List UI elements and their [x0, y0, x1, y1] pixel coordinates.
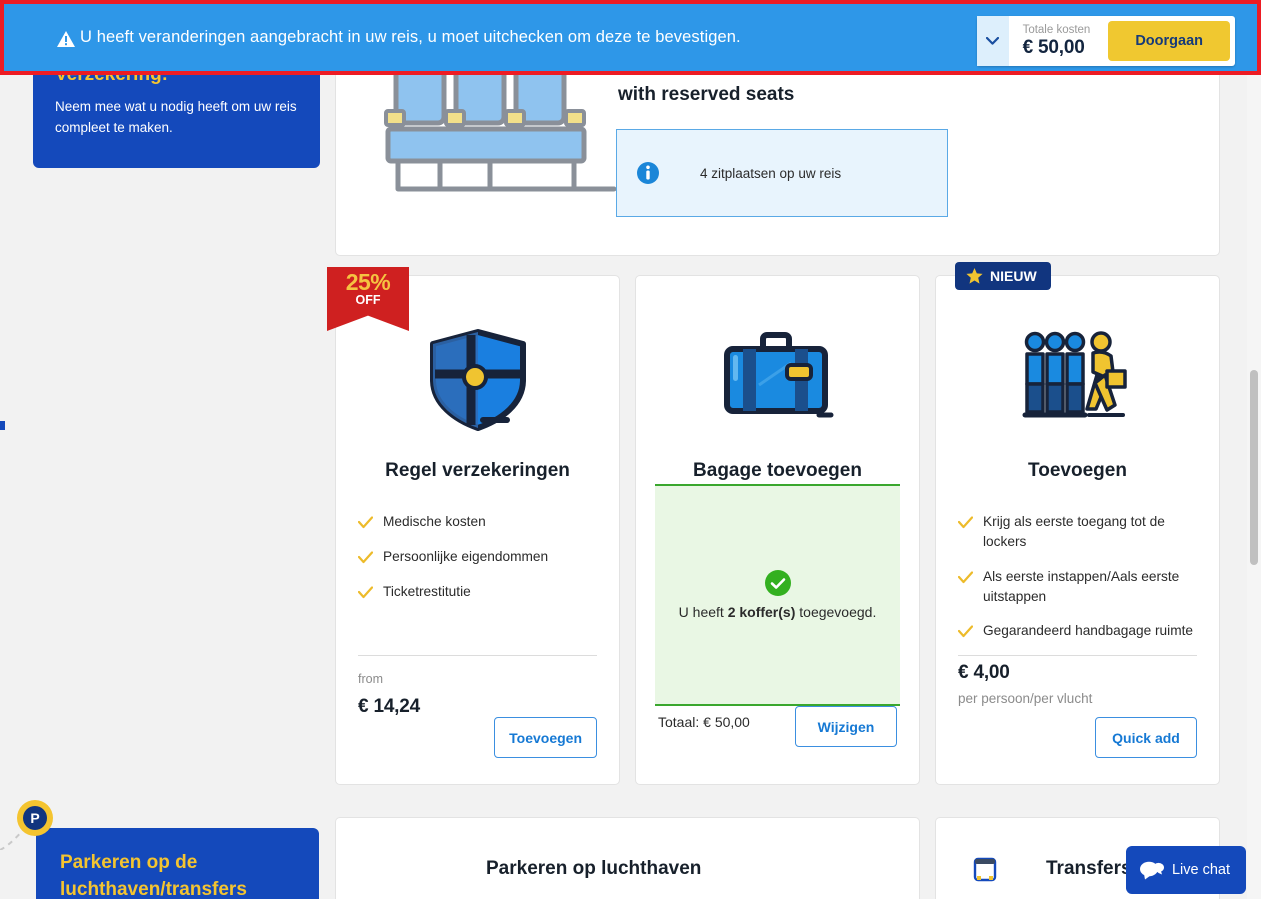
checkout-alert-banner: U heeft veranderingen aangebracht in uw … [0, 0, 1261, 75]
suitcase-icon [723, 332, 833, 418]
success-count: 2 koffer(s) [727, 604, 796, 620]
airport-parking-card[interactable]: Parkeren op luchthaven [335, 817, 920, 899]
insurance-add-button[interactable]: Toevoegen [494, 717, 597, 758]
check-icon [358, 551, 373, 563]
chat-bubbles-icon [1139, 861, 1164, 879]
total-cost-label: Totale kosten [1022, 23, 1091, 36]
alert-message-text: U heeft veranderingen aangebracht in uw … [80, 28, 741, 46]
feature-label: Ticketrestitutie [383, 583, 471, 599]
shield-icon [429, 329, 526, 431]
total-cost-group: Totale kosten € 50,00 [1009, 16, 1109, 66]
feature-label: Krijg als eerste toegang tot de lockers [983, 514, 1165, 549]
total-cost-value: € 50,00 [1022, 37, 1085, 59]
feature-item: Krijg als eerste toegang tot de lockers [958, 512, 1197, 552]
parking-promo-title: Parkeren op de luchthaven/transfers [60, 852, 247, 899]
feature-item: Als eerste instappen/Aals eerste uitstap… [958, 567, 1197, 607]
page-scrollbar[interactable] [1247, 60, 1261, 899]
baggage-card-title: Bagage toevoegen [693, 460, 862, 481]
live-chat-button[interactable]: Live chat [1125, 846, 1246, 894]
insurance-card-title: Regel verzekeringen [385, 460, 570, 481]
check-icon [958, 516, 973, 529]
total-cost-panel: Totale kosten € 50,00 Doorgaan [976, 16, 1235, 66]
airport-parking-title: Parkeren op luchthaven [486, 858, 702, 879]
priority-card-title: Toevoegen [1028, 460, 1127, 481]
priority-price: € 4,00 [958, 662, 1010, 683]
priority-price-sub: per persoon/per vlucht [958, 691, 1093, 706]
feature-item: Gegarandeerd handbagage ruimte [958, 621, 1197, 641]
check-icon [358, 586, 373, 598]
check-icon [958, 625, 973, 638]
expand-summary-button[interactable] [976, 16, 1009, 66]
insurance-promo-body: Neem mee wat u nodig heeft om uw reis co… [55, 98, 297, 135]
feature-item: Ticketrestitutie [358, 582, 597, 602]
check-icon [958, 571, 973, 583]
parking-p-letter: P [23, 806, 47, 830]
seats-card-title: with reserved seats [618, 84, 795, 105]
seats-info-text: 4 zitplaatsen op uw reis [700, 165, 842, 181]
feature-item: Persoonlijke eigendommen [358, 547, 597, 567]
new-badge: NIEUW [955, 262, 1051, 290]
feature-item: Medische kosten [358, 512, 597, 532]
page-root: RESERVED with reserved seats 4 zitplaats… [0, 0, 1261, 899]
insurance-product-card[interactable]: 25% OFF Regel verzekeringen Medische kos… [327, 267, 620, 785]
feature-label: Persoonlijke eigendommen [383, 548, 549, 564]
parking-p-badge: P [17, 800, 53, 836]
check-circle-icon [764, 570, 791, 596]
seats-info-box: 4 zitplaatsen op uw reis [616, 129, 948, 217]
airplane-seats-illustration: RESERVED [384, 61, 617, 192]
insurance-feature-list: Medische kosten Persoonlijke eigendommen… [358, 512, 597, 602]
success-pre: U heeft [678, 604, 728, 620]
feature-label: Gegarandeerd handbagage ruimte [983, 623, 1194, 639]
warning-triangle-icon [57, 30, 75, 47]
chevron-down-icon [986, 37, 1000, 45]
success-post: toegevoegd. [795, 604, 877, 620]
baggage-success-text: U heeft 2 koffer(s) toegevoegd. [679, 604, 877, 620]
live-chat-label: Live chat [1171, 862, 1230, 878]
left-edge-marker [0, 421, 5, 430]
discount-off-label: OFF [355, 293, 381, 308]
baggage-total: Totaal: € 50,00 [658, 714, 750, 730]
suitcase-artwork [636, 304, 919, 454]
feature-label: Als eerste instappen/Aals eerste uitstap… [983, 568, 1180, 604]
feature-label: Medische kosten [383, 514, 486, 529]
info-circle-icon [637, 162, 659, 184]
scrollbar-thumb[interactable] [1250, 370, 1258, 565]
card-divider [358, 655, 597, 656]
parking-promo-banner: Parkeren op de luchthaven/transfers [36, 828, 319, 899]
priority-quick-add-button[interactable]: Quick add [1095, 717, 1197, 758]
priority-feature-list: Krijg als eerste toegang tot de lockers … [958, 512, 1197, 641]
transfers-title: Transfers [1046, 858, 1132, 879]
insurance-price: € 14,24 [358, 696, 420, 717]
baggage-product-card[interactable]: Bagage toevoegen U heeft 2 koffer(s) toe… [635, 275, 920, 785]
shield-artwork [336, 304, 619, 454]
new-badge-label: NIEUW [990, 268, 1037, 284]
baggage-success-box: U heeft 2 koffer(s) toegevoegd. [655, 484, 900, 706]
priority-product-card[interactable]: NIEUW Toevoegen Krijg als eerste toegang… [935, 262, 1220, 785]
star-icon [966, 268, 983, 284]
price-prefix: from [358, 672, 383, 686]
priority-boarding-artwork [936, 304, 1219, 454]
bus-icon [973, 857, 997, 882]
reserved-seats-card: RESERVED with reserved seats 4 zitplaats… [335, 60, 1220, 256]
alert-message-group: U heeft veranderingen aangebracht in uw … [56, 28, 741, 47]
check-icon [358, 516, 373, 529]
proceed-button[interactable]: Doorgaan [1108, 21, 1230, 61]
priority-boarding-icon [1022, 331, 1127, 418]
discount-percent: 25% [345, 269, 391, 295]
baggage-modify-button[interactable]: Wijzigen [795, 706, 897, 747]
card-divider [958, 655, 1197, 656]
